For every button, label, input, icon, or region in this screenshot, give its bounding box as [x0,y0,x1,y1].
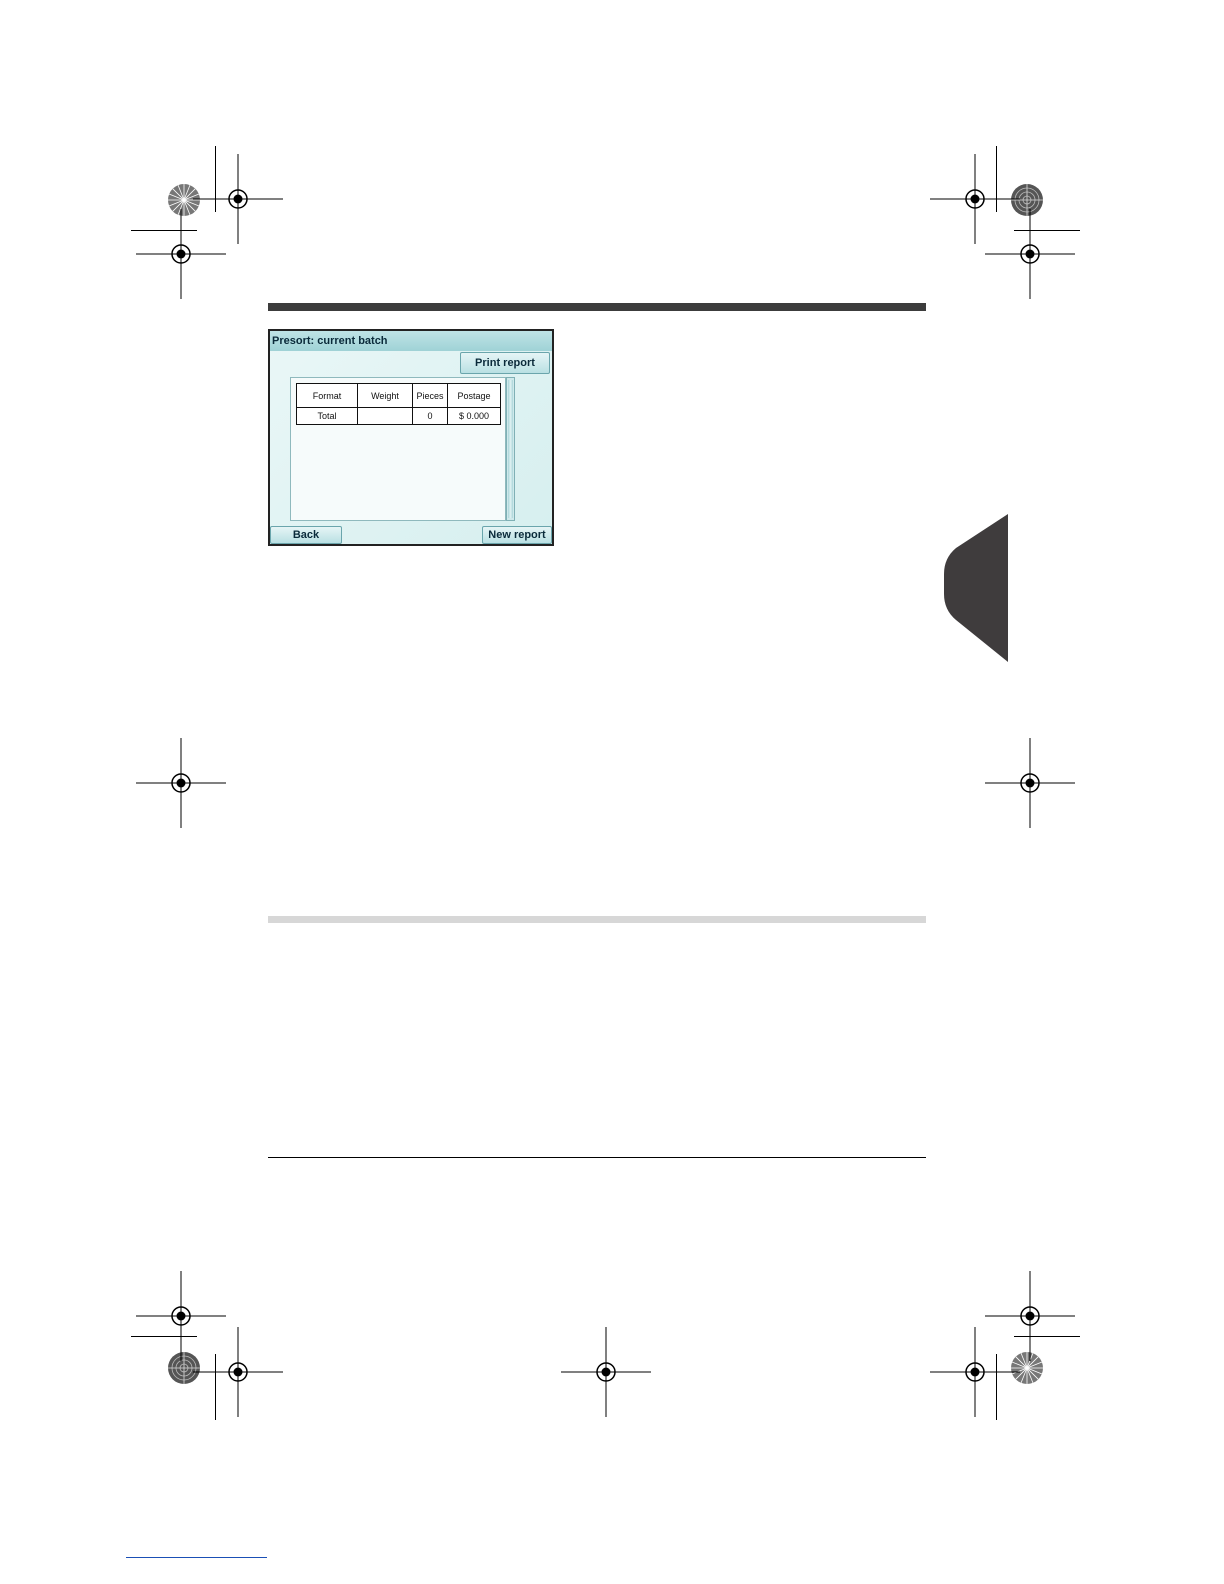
new-report-button[interactable]: New report [482,526,552,544]
back-button[interactable]: Back [270,526,342,544]
screen-title: Presort: current batch [270,331,552,351]
table-row: Total 0 $ 0.000 [296,407,501,425]
chapter-tab [944,514,1008,662]
crosshair-target-icon [930,1327,1020,1417]
report-panel: Format Weight Pieces Postage Total 0 $ 0… [290,377,506,521]
cell-weight [357,407,413,425]
crosshair-target-icon [561,1327,651,1417]
column-header-postage: Postage [447,383,501,408]
crosshair-target-icon [193,1327,283,1417]
print-report-button[interactable]: Print report [460,352,550,374]
crosshair-target-icon [985,738,1075,828]
section-divider [268,916,926,923]
column-header-format: Format [296,383,358,408]
footer-underline [126,1557,267,1558]
device-screen: Presort: current batch Print report Form… [268,329,554,546]
crosshair-target-icon [136,209,226,299]
column-header-pieces: Pieces [412,383,448,408]
cell-format: Total [296,407,358,425]
cell-postage: $ 0.000 [447,407,501,425]
report-table: Format Weight Pieces Postage Total 0 $ 0… [296,383,501,425]
footer-rule [268,1157,926,1158]
scrollbar-thumb[interactable] [508,380,513,518]
crosshair-target-icon [985,209,1075,299]
table-header-row: Format Weight Pieces Postage [296,383,501,408]
cell-pieces: 0 [412,407,448,425]
column-header-weight: Weight [357,383,413,408]
header-rule [268,303,926,311]
crosshair-target-icon [136,738,226,828]
vertical-scrollbar[interactable] [506,377,515,521]
